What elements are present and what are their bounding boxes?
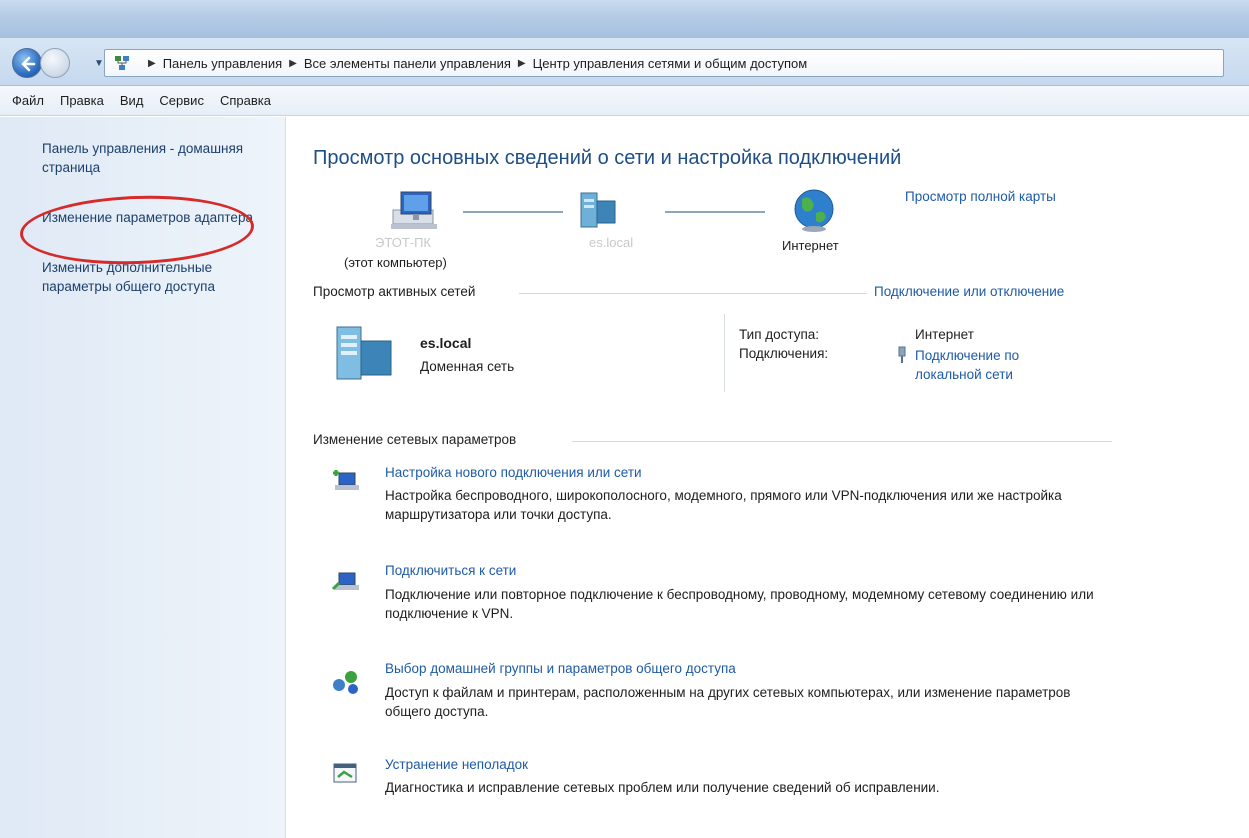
forward-button[interactable]: [40, 48, 70, 78]
section-divider: [519, 293, 867, 294]
local-area-connection-link[interactable]: Подключение по локальной сети: [915, 346, 1065, 384]
troubleshoot-icon: [333, 763, 357, 783]
internet-label: Интернет: [782, 238, 839, 253]
change-settings-heading: Изменение сетевых параметров: [313, 432, 517, 447]
connect-to-network-icon: [331, 572, 359, 591]
troubleshoot-link[interactable]: Устранение неполадок: [385, 757, 528, 772]
this-computer-label: (этот компьютер): [344, 255, 447, 270]
domain-name: es.local: [589, 235, 634, 250]
homegroup-icon: [333, 671, 358, 694]
breadcrumb-separator-icon: ▶: [148, 57, 156, 69]
network-name: es.local: [420, 335, 472, 351]
access-type-value: Интернет: [915, 327, 974, 342]
menu-help[interactable]: Справка: [220, 93, 271, 108]
homegroup-sharing-link[interactable]: Выбор домашней группы и параметров общег…: [385, 661, 736, 676]
network-type: Доменная сеть: [420, 359, 515, 374]
internet-globe-icon: [794, 189, 834, 232]
menu-tools[interactable]: Сервис: [159, 93, 204, 108]
new-connection-icon: [333, 470, 359, 490]
network-icon: [115, 56, 129, 70]
section-divider: [572, 441, 1112, 442]
window-title-bar: [0, 0, 1249, 38]
advanced-sharing-settings-link[interactable]: Изменить дополнительные параметры общего…: [42, 258, 267, 296]
ethernet-plug-icon: [898, 346, 906, 363]
connect-disconnect-link[interactable]: Подключение или отключение: [874, 284, 1064, 299]
vertical-divider: [724, 314, 725, 392]
breadcrumb-all-items[interactable]: Все элементы панели управления: [304, 56, 511, 71]
connection-line: [463, 211, 563, 213]
setup-new-connection-description: Настройка беспроводного, широкополосного…: [385, 488, 1062, 522]
menu-view[interactable]: Вид: [120, 93, 144, 108]
menu-file[interactable]: Файл: [12, 93, 44, 108]
active-networks-heading: Просмотр активных сетей: [313, 284, 476, 299]
breadcrumb-separator-icon[interactable]: ▶: [518, 58, 526, 69]
address-bar[interactable]: ▶ Панель управления ▶ Все элементы панел…: [104, 49, 1224, 77]
homegroup-sharing-description: Доступ к файлам и принтерам, расположенн…: [385, 685, 1071, 719]
breadcrumb-separator-icon[interactable]: ▶: [289, 58, 297, 69]
full-map-link[interactable]: Просмотр полной карты: [905, 189, 1056, 204]
connect-to-network-description: Подключение или повторное подключение к …: [385, 587, 1094, 621]
menu-bar: Файл Правка Вид Сервис Справка: [0, 86, 1249, 116]
computer-name: ЭТОТ-ПК: [375, 235, 431, 250]
connection-line: [665, 211, 765, 213]
breadcrumb-network-center[interactable]: Центр управления сетями и общим доступом: [533, 56, 808, 71]
arrow-left-icon: [21, 56, 36, 72]
highlight-ellipse: [18, 191, 256, 269]
menu-edit[interactable]: Правка: [60, 93, 104, 108]
recent-pages-chevron-icon[interactable]: ▼: [94, 58, 104, 69]
domain-server-icon: [580, 192, 616, 228]
control-panel-home-link[interactable]: Панель управления - домашняя страница: [42, 139, 267, 177]
back-button[interactable]: [12, 48, 42, 78]
page-title: Просмотр основных сведений о сети и наст…: [313, 147, 902, 169]
computer-icon: [391, 191, 437, 229]
access-type-label: Тип доступа:: [739, 327, 820, 342]
domain-network-icon: [336, 326, 392, 380]
connections-label: Подключения:: [739, 346, 829, 361]
main-content: Просмотр основных сведений о сети и наст…: [287, 117, 1249, 838]
troubleshoot-description: Диагностика и исправление сетевых пробле…: [385, 780, 940, 795]
connect-to-network-link[interactable]: Подключиться к сети: [385, 563, 516, 578]
breadcrumb-control-panel[interactable]: Панель управления: [163, 56, 282, 71]
setup-new-connection-link[interactable]: Настройка нового подключения или сети: [385, 465, 642, 480]
left-navigation-pane: Панель управления - домашняя страница Из…: [0, 117, 286, 838]
